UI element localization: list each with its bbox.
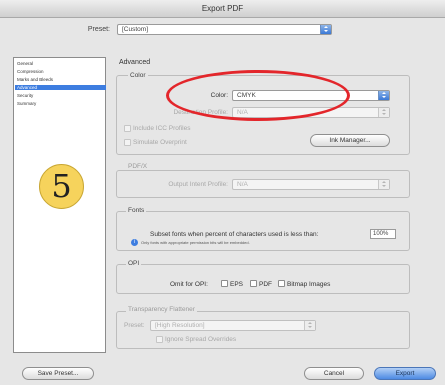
info-icon: i bbox=[131, 239, 138, 246]
highlight-circle bbox=[166, 70, 350, 121]
preset-select[interactable]: [Custom] bbox=[117, 24, 332, 35]
preset-label: Preset: bbox=[87, 26, 110, 33]
subset-percent-field[interactable]: 100% bbox=[370, 229, 396, 239]
panel-title: Advanced bbox=[119, 59, 151, 66]
step-number-badge: 5 bbox=[39, 164, 84, 209]
flattener-preset-label: Preset: bbox=[124, 322, 145, 329]
sidebar-item-security[interactable]: Security bbox=[17, 93, 33, 98]
include-icc-checkbox[interactable] bbox=[124, 125, 131, 132]
opi-pdf-checkbox[interactable] bbox=[250, 280, 257, 287]
output-intent-label: Output Intent Profile: bbox=[168, 181, 228, 188]
output-intent-select[interactable]: N/A bbox=[232, 179, 390, 190]
select-arrows-icon bbox=[320, 25, 331, 34]
title-bar: Export PDF bbox=[0, 0, 445, 18]
opi-eps-checkbox[interactable] bbox=[221, 280, 228, 287]
pdfx-group-label: PDF/X bbox=[126, 163, 150, 170]
omit-for-opi-label: Omit for OPI: bbox=[170, 281, 208, 288]
color-group-label: Color bbox=[128, 72, 148, 79]
preset-row: Preset: [Custom] bbox=[0, 24, 445, 38]
include-icc-label: Include ICC Profiles bbox=[133, 125, 191, 132]
export-button[interactable]: Export bbox=[374, 367, 436, 380]
sidebar-item-summary[interactable]: Summary bbox=[17, 101, 36, 106]
opi-bitmap-label: Bitmap Images bbox=[287, 281, 331, 288]
ignore-spread-overrides-label: Ignore Spread Overrides bbox=[165, 336, 237, 343]
sidebar-item-general[interactable]: General bbox=[17, 61, 33, 66]
preset-value: [Custom] bbox=[122, 26, 149, 33]
ignore-spread-overrides-checkbox[interactable] bbox=[156, 336, 163, 343]
output-intent-value: N/A bbox=[237, 181, 248, 188]
subset-fonts-label: Subset fonts when percent of characters … bbox=[150, 231, 319, 238]
opi-eps-label: EPS bbox=[230, 281, 244, 288]
sidebar-item-advanced[interactable]: Advanced bbox=[15, 85, 106, 90]
simulate-overprint-label: Simulate Overprint bbox=[133, 139, 187, 146]
transparency-group-label: Transparency Flattener bbox=[126, 306, 197, 313]
fonts-note: Only fonts with appropriate permission b… bbox=[141, 240, 250, 245]
select-arrows-icon bbox=[378, 108, 389, 117]
flattener-preset-select[interactable]: [High Resolution] bbox=[150, 320, 316, 331]
sidebar-item-marks-and-bleeds[interactable]: Marks and Bleeds bbox=[17, 77, 53, 82]
export-pdf-dialog: Export PDF Preset: [Custom] General Comp… bbox=[0, 0, 445, 385]
fonts-group-label: Fonts bbox=[126, 207, 147, 214]
flattener-preset-value: [High Resolution] bbox=[155, 322, 205, 329]
opi-bitmap-checkbox[interactable] bbox=[278, 280, 285, 287]
opi-group bbox=[116, 264, 410, 294]
select-arrows-icon bbox=[304, 321, 315, 330]
window-title: Export PDF bbox=[201, 4, 244, 13]
sidebar-item-compression[interactable]: Compression bbox=[17, 69, 44, 74]
ink-manager-button[interactable]: Ink Manager... bbox=[310, 134, 390, 147]
simulate-overprint-checkbox[interactable] bbox=[124, 139, 131, 146]
cancel-button[interactable]: Cancel bbox=[304, 367, 364, 380]
select-arrows-icon bbox=[378, 180, 389, 189]
save-preset-button[interactable]: Save Preset... bbox=[22, 367, 94, 380]
opi-group-label: OPI bbox=[126, 260, 142, 267]
opi-pdf-label: PDF bbox=[259, 281, 272, 288]
select-arrows-icon bbox=[378, 91, 389, 100]
